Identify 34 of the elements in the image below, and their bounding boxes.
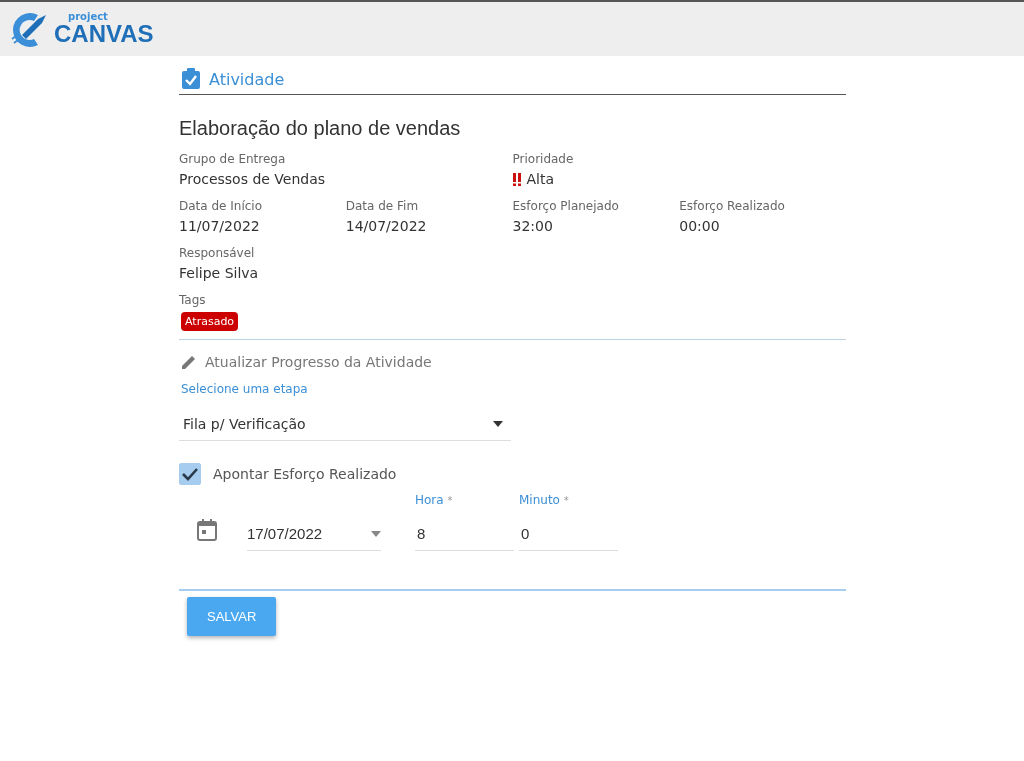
field-label: Selecione uma etapa <box>181 382 309 396</box>
priority-icon <box>512 172 522 186</box>
field-value: 32:00 <box>512 218 554 234</box>
pencil-icon <box>181 354 197 370</box>
field-value: 14/07/2022 <box>345 218 428 234</box>
field-value: 11/07/2022 <box>179 218 261 234</box>
caret-icon <box>371 530 381 537</box>
field-label: Esforço Planejado <box>512 199 620 213</box>
field-label: Grupo de Entrega <box>179 152 287 166</box>
calendar-icon <box>197 519 217 541</box>
field-label: Minuto * <box>519 493 570 507</box>
clipboard-check-icon <box>181 68 201 90</box>
field-label: Prioridade <box>512 152 575 166</box>
logo-title: CANVAS <box>54 22 154 46</box>
field-label: Tags <box>179 293 207 307</box>
logo-subtitle: project <box>68 12 109 22</box>
effort-checkbox[interactable] <box>179 463 201 485</box>
status-tag: Atrasado <box>181 312 239 331</box>
field-label: Data de Início <box>179 199 264 213</box>
field-label: Hora * <box>415 493 454 507</box>
field-value: 00:00 <box>679 218 721 234</box>
field-value: Felipe Silva <box>179 265 260 281</box>
date-field[interactable]: 17/07/2022 <box>247 521 381 551</box>
stage-dropdown[interactable]: Fila p/ Verificação <box>179 410 511 441</box>
activity-title: Elaboração do plano de vendas <box>179 117 462 140</box>
field-value: Alta <box>526 171 555 187</box>
field-label: Data de Fim <box>345 199 420 213</box>
section-title: Atividade <box>209 69 285 89</box>
caret-icon <box>493 421 503 427</box>
field-label: Esforço Realizado <box>679 199 786 213</box>
field-value: Processos de Vendas <box>179 171 327 187</box>
field-label: Responsável <box>179 246 256 260</box>
section-subtitle: Atualizar Progresso da Atividade <box>205 354 432 370</box>
checkbox-label: Apontar Esforço Realizado <box>213 466 397 482</box>
